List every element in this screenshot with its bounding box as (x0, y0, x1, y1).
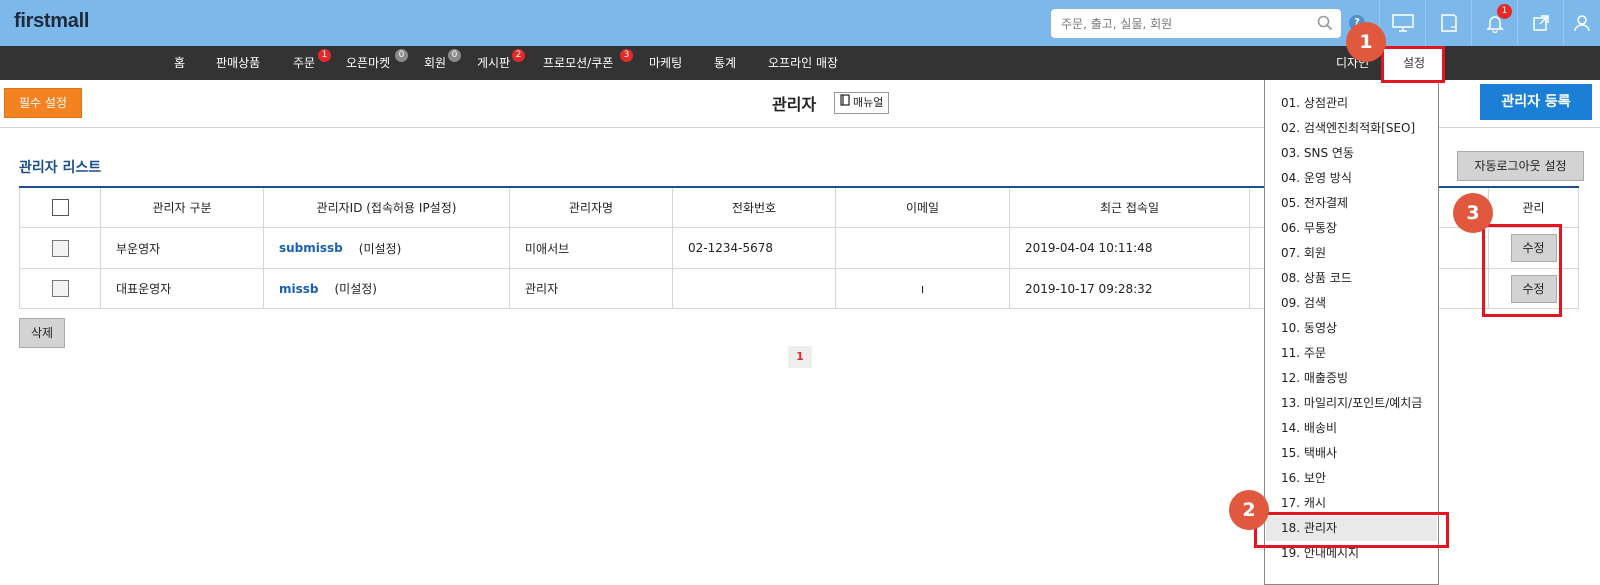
column-header: 관리자명 (510, 188, 673, 227)
pagination-current-page[interactable]: 1 (788, 346, 812, 368)
delete-button[interactable]: 삭제 (19, 318, 65, 348)
dropdown-item[interactable]: 01. 상점관리 (1266, 91, 1437, 116)
register-admin-button[interactable]: 관리자 등록 (1480, 84, 1592, 120)
dropdown-item[interactable]: 14. 배송비 (1266, 416, 1437, 441)
nav-item-offline-store[interactable]: 오프라인 매장 (768, 46, 838, 80)
notification-icon[interactable]: 1 (1471, 0, 1517, 46)
dropdown-item[interactable]: 07. 회원 (1266, 241, 1437, 266)
admin-id-link[interactable]: submissb (279, 241, 343, 255)
dropdown-item[interactable]: 06. 무통장 (1266, 216, 1437, 241)
nav-item-home[interactable]: 홈 (174, 46, 185, 80)
nav-badge: 0 (448, 49, 461, 62)
notification-badge: 1 (1497, 4, 1512, 19)
page-title: 관리자 (772, 95, 817, 114)
nav-badge: 3 (620, 49, 633, 62)
row-checkbox-cell (19, 228, 101, 268)
logo[interactable]: firstmall (14, 10, 89, 33)
external-link-icon[interactable] (1517, 0, 1563, 46)
admin-id-cell: missb (미설정) (264, 269, 510, 308)
dropdown-item[interactable]: 05. 전자결제 (1266, 191, 1437, 216)
nav-badge: 0 (395, 49, 408, 62)
dropdown-item[interactable]: 04. 운영 방식 (1266, 166, 1437, 191)
edit-buttons-highlight (1482, 224, 1562, 317)
memo-icon[interactable] (1425, 0, 1471, 46)
email: ı (836, 269, 1010, 308)
column-header: 최근 접속일 (1010, 188, 1250, 227)
dropdown-item[interactable]: 03. SNS 연동 (1266, 141, 1437, 166)
column-header: 관리자ID (접속허용 IP설정) (264, 188, 510, 227)
admin-id-link[interactable]: missb (279, 282, 319, 296)
nav-item-members[interactable]: 회원 0 (424, 46, 461, 80)
admin-name: 관리자 (510, 269, 673, 308)
settings-highlight (1381, 46, 1445, 83)
row-checkbox[interactable] (51, 239, 69, 257)
admin-id-cell: submissb (미설정) (264, 228, 510, 268)
dropdown-item[interactable]: 12. 매출증빙 (1266, 366, 1437, 391)
nav-item-stats[interactable]: 통계 (714, 46, 736, 80)
ip-setting: (미설정) (358, 241, 402, 256)
step-marker-2: 2 (1229, 490, 1269, 530)
header-checkbox-cell (19, 188, 101, 227)
email (836, 228, 1010, 268)
last-login: 2019-04-04 10:11:48 (1010, 228, 1250, 268)
nav-badge: 2 (512, 49, 525, 62)
column-header: 이메일 (836, 188, 1010, 227)
nav-item-promotion[interactable]: 프로모션/쿠폰 3 (543, 46, 633, 80)
manual-button[interactable]: 매뉴얼 (834, 92, 890, 114)
admin-name: 미애서브 (510, 228, 673, 268)
dropdown-item[interactable]: 10. 동영상 (1266, 316, 1437, 341)
nav-item-products[interactable]: 판매상품 (216, 46, 260, 80)
last-login: 2019-10-17 09:28:32 (1010, 269, 1250, 308)
page: firstmall ? 1 홈 판매상품 주문1 오픈마켓0 회원 (0, 0, 1600, 585)
admin-type: 부운영자 (101, 228, 264, 268)
dropdown-item[interactable]: 09. 검색 (1266, 291, 1437, 316)
column-header: 관리자 구분 (101, 188, 264, 227)
ip-setting: (미설정) (334, 282, 377, 296)
user-icon[interactable] (1563, 0, 1600, 46)
search-box (1051, 9, 1341, 38)
nav-badge: 1 (318, 49, 331, 62)
phone-number (673, 269, 836, 308)
dropdown-item[interactable]: 11. 주문 (1266, 341, 1437, 366)
column-header: 관리 (1489, 188, 1579, 227)
dropdown-item[interactable]: 16. 보안 (1266, 466, 1437, 491)
phone-number: 02-1234-5678 (673, 228, 836, 268)
nav-item-orders[interactable]: 주문 1 (293, 46, 331, 80)
search-input[interactable] (1051, 9, 1301, 38)
dropdown-item[interactable]: 15. 택배사 (1266, 441, 1437, 466)
dropdown-item[interactable]: 08. 상품 코드 (1266, 266, 1437, 291)
dropdown-item[interactable]: 02. 검색엔진최적화[SEO] (1266, 116, 1437, 141)
settings-dropdown: 01. 상점관리 02. 검색엔진최적화[SEO] 03. SNS 연동 04.… (1264, 80, 1439, 585)
step-marker-3: 3 (1453, 193, 1493, 233)
dropdown-item[interactable]: 13. 마일리지/포인트/예치금 (1266, 391, 1437, 416)
list-title: 관리자 리스트 (19, 160, 102, 176)
auto-logout-button[interactable]: 자동로그아웃 설정 (1457, 151, 1584, 181)
book-icon (840, 93, 850, 113)
row-checkbox-cell (19, 269, 101, 308)
nav-item-marketing[interactable]: 마케팅 (649, 46, 682, 80)
select-all-checkbox[interactable] (51, 199, 69, 216)
admin-menu-highlight (1254, 512, 1449, 548)
required-settings-button[interactable]: 필수 설정 (4, 88, 82, 118)
nav-item-board[interactable]: 게시판 2 (477, 46, 525, 80)
admin-type: 대표운영자 (101, 269, 264, 308)
step-marker-1: 1 (1346, 22, 1386, 62)
search-icon[interactable] (1317, 15, 1333, 34)
column-header: 전화번호 (673, 188, 836, 227)
row-checkbox[interactable] (51, 280, 69, 297)
manual-label: 매뉴얼 (853, 96, 884, 109)
nav-item-open-market[interactable]: 오픈마켓 0 (346, 46, 408, 80)
